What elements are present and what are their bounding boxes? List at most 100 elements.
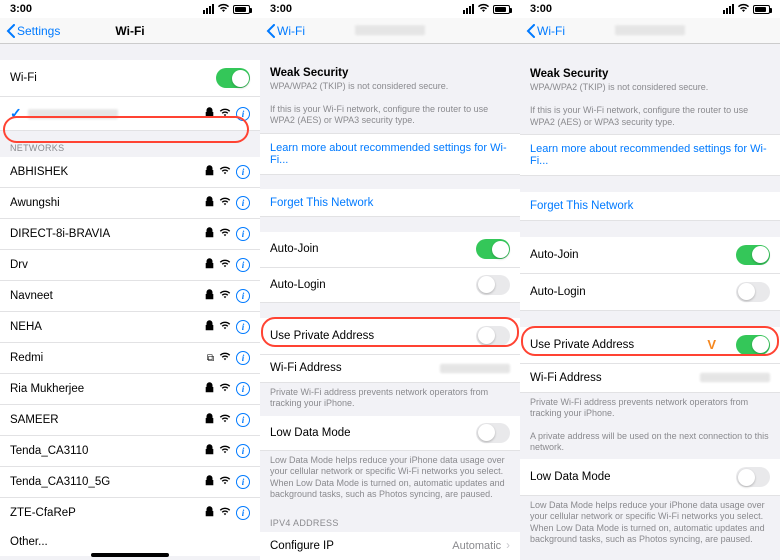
forget-network-row[interactable]: Forget This Network [520,192,780,221]
low-data-mode-row[interactable]: Low Data Mode [260,416,520,451]
low-data-toggle[interactable] [476,423,510,443]
low-data-label: Low Data Mode [270,427,351,439]
wifi-icon [219,414,231,426]
back-button[interactable]: Wi-Fi [266,24,305,38]
weak-security-title: Weak Security [260,59,520,81]
private-address-row[interactable]: Use Private Address V [520,327,780,364]
nav-bar: Settings Wi-Fi [0,18,260,44]
network-row[interactable]: Tenda_CA3110i [0,436,260,467]
forget-network-row[interactable]: Forget This Network [260,189,520,217]
info-icon[interactable]: i [236,444,250,458]
learn-more-link[interactable]: Learn more about recommended settings fo… [520,134,780,176]
other-networks-row[interactable]: Other... [0,528,260,556]
lock-icon [205,196,214,210]
network-name: NEHA [10,321,42,333]
auto-login-toggle[interactable] [476,275,510,295]
network-name: Navneet [10,290,53,302]
learn-more-link[interactable]: Learn more about recommended settings fo… [260,133,520,175]
network-row[interactable]: Drv i [0,250,260,281]
info-icon[interactable]: i [236,165,250,179]
back-label: Wi-Fi [277,24,305,38]
network-name: SAMEER [10,414,59,426]
wifi-icon [219,352,231,364]
panel-wifi-list: 3:00 Settings Wi-Fi Wi-Fi ✓ [0,0,260,560]
private-address-toggle[interactable] [736,335,770,355]
wifi-master-toggle-row[interactable]: Wi-Fi [0,60,260,97]
auto-join-toggle[interactable] [476,239,510,259]
check-icon: ✓ [10,105,22,122]
auto-join-label: Auto-Join [530,249,579,261]
battery-icon [493,5,510,14]
chevron-left-icon [266,24,275,38]
status-time: 3:00 [10,3,32,15]
network-row[interactable]: ZTE-CfaRePi [0,498,260,528]
wifi-icon [219,507,231,519]
auto-login-toggle[interactable] [736,282,770,302]
network-row[interactable]: ABHISHEKi [0,157,260,188]
forget-label: Forget This Network [270,197,373,209]
wifi-icon [219,290,231,302]
info-icon[interactable]: i [236,227,250,241]
info-icon[interactable]: i [236,382,250,396]
lock-icon [205,107,214,121]
wifi-icon [219,228,231,240]
status-time: 3:00 [530,3,552,15]
ipv4-header: IPV4 ADDRESS [260,506,520,532]
info-icon[interactable]: i [236,107,250,121]
network-row[interactable]: Awungshii [0,188,260,219]
wifi-status-icon [217,3,230,16]
auto-join-toggle[interactable] [736,245,770,265]
info-icon[interactable]: i [236,196,250,210]
panel-network-detail-off: 3:00 Wi-Fi Weak Security WPA/WPA2 (TKIP)… [260,0,520,560]
network-row[interactable]: Redmi⧉i [0,343,260,374]
chevron-right-icon: › [506,540,510,552]
network-row[interactable]: Navneet i [0,281,260,312]
low-data-mode-row[interactable]: Low Data Mode [520,459,780,496]
info-icon[interactable]: i [236,475,250,489]
private-address-toggle[interactable] [476,326,510,346]
auto-login-row[interactable]: Auto-Login [260,268,520,303]
network-name: Redmi [10,352,43,364]
network-row[interactable]: DIRECT-8i-BRAVIAi [0,219,260,250]
auto-join-row[interactable]: Auto-Join [520,237,780,274]
auto-join-row[interactable]: Auto-Join [260,232,520,267]
info-icon[interactable]: i [236,413,250,427]
chevron-left-icon [526,24,535,38]
low-data-footer: Low Data Mode helps reduce your iPhone d… [260,451,520,506]
wifi-address-label: Wi-Fi Address [270,362,342,374]
wifi-status-icon [477,3,490,16]
private-address-row[interactable]: Use Private Address [260,318,520,355]
auto-join-label: Auto-Join [270,243,319,255]
weak-security-line2: If this is your Wi-Fi network, configure… [520,99,780,134]
weak-security-line1: WPA/WPA2 (TKIP) is not considered secure… [520,82,780,99]
lock-icon [205,382,214,396]
lock-icon [205,444,214,458]
wifi-icon [219,259,231,271]
back-button[interactable]: Settings [6,24,60,38]
network-row[interactable]: SAMEER i [0,405,260,436]
configure-ip-row[interactable]: Configure IP Automatic› [260,532,520,560]
info-icon[interactable]: i [236,506,250,520]
network-name: Tenda_CA3110_5G [10,476,110,488]
wifi-icon [219,197,231,209]
auto-login-row[interactable]: Auto-Login [520,274,780,311]
wifi-icon [219,108,231,120]
wifi-icon [219,383,231,395]
info-icon[interactable]: i [236,320,250,334]
status-bar: 3:00 [260,0,520,18]
network-name: Drv [10,259,28,271]
info-icon[interactable]: i [236,289,250,303]
current-network-row[interactable]: ✓ i [0,97,260,131]
wifi-address-label: Wi-Fi Address [530,372,602,384]
info-icon[interactable]: i [236,258,250,272]
network-row[interactable]: Tenda_CA3110_5G i [0,467,260,498]
cellular-icon [723,4,734,14]
low-data-toggle[interactable] [736,467,770,487]
info-icon[interactable]: i [236,351,250,365]
network-row[interactable]: Ria Mukherjeei [0,374,260,405]
cellular-icon [203,4,214,14]
back-button[interactable]: Wi-Fi [526,24,565,38]
wifi-toggle[interactable] [216,68,250,88]
network-row[interactable]: NEHA i [0,312,260,343]
private-address-label: Use Private Address [530,339,634,351]
